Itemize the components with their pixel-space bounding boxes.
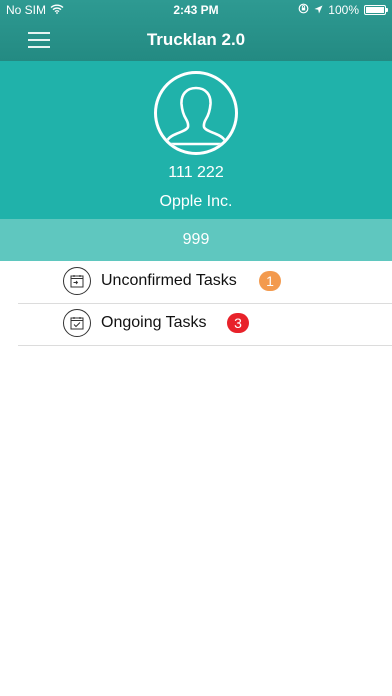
user-silhouette-icon: [154, 71, 238, 155]
count-badge: 1: [259, 271, 281, 291]
top-bar: No SIM 2:43 PM 100% Trucklan 2.0: [0, 0, 392, 61]
task-label: Ongoing Tasks: [101, 314, 207, 331]
location-arrow-icon: [314, 3, 323, 17]
company-name: Opple Inc.: [159, 193, 233, 210]
user-phone: 111 222: [168, 164, 224, 181]
app-screen: No SIM 2:43 PM 100% Trucklan 2.0 111 222…: [0, 0, 392, 696]
battery-icon: [364, 5, 388, 15]
task-label: Unconfirmed Tasks: [101, 272, 237, 289]
calendar-check-icon: [63, 309, 91, 337]
rotation-lock-icon: [298, 3, 309, 17]
status-bar: No SIM 2:43 PM 100%: [0, 0, 392, 20]
count-badge: 3: [227, 313, 249, 333]
profile-header: 111 222 Opple Inc.: [0, 61, 392, 219]
page-title: Trucklan 2.0: [146, 30, 246, 49]
user-id-bar: 999: [0, 219, 392, 261]
task-item-ongoing[interactable]: Ongoing Tasks 3: [18, 303, 392, 346]
calendar-forward-icon: [63, 267, 91, 295]
battery-percent: 100%: [328, 3, 359, 17]
task-item-unconfirmed[interactable]: Unconfirmed Tasks 1: [18, 261, 392, 304]
status-right: 100%: [298, 3, 388, 17]
